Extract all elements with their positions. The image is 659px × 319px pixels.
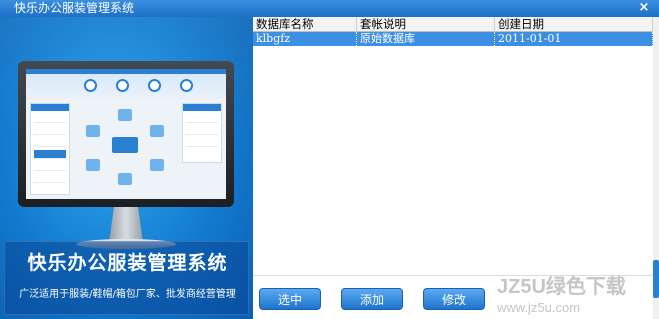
table-row[interactable]: klbgfz 原始数据库 2011-01-01 bbox=[253, 32, 653, 46]
watermark: JZ5U绿色下载 www.jz5u.com bbox=[497, 277, 647, 317]
window-titlebar: 快乐办公服装管理系统 × bbox=[0, 0, 659, 17]
column-header-description[interactable]: 套帐说明 bbox=[357, 17, 495, 32]
mini-icon bbox=[148, 79, 161, 92]
mini-icon bbox=[84, 79, 97, 92]
column-header-created[interactable]: 创建日期 bbox=[495, 17, 653, 32]
column-header-name[interactable]: 数据库名称 bbox=[253, 17, 357, 32]
promo-panel: 快乐办公服装管理系统 广泛适用于服装/鞋帽/箱包厂家、批发商经营管理 bbox=[0, 17, 253, 319]
cell-db-name: klbgfz bbox=[253, 32, 357, 46]
mini-center-node bbox=[112, 137, 138, 153]
monitor-screen bbox=[26, 69, 226, 199]
mini-sidebar bbox=[30, 103, 70, 195]
cell-description: 原始数据库 bbox=[357, 32, 495, 46]
brand-banner: 快乐办公服装管理系统 广泛适用于服装/鞋帽/箱包厂家、批发商经营管理 bbox=[4, 241, 249, 315]
vertical-scrollbar[interactable] bbox=[653, 17, 659, 319]
brand-subtitle: 广泛适用于服装/鞋帽/箱包厂家、批发商经营管理 bbox=[19, 289, 236, 300]
watermark-text: JZ5U绿色下载 bbox=[497, 276, 626, 298]
monitor-stand bbox=[109, 207, 143, 241]
monitor-bezel bbox=[18, 61, 234, 207]
mini-icon bbox=[180, 79, 193, 92]
mini-right-panel bbox=[182, 103, 222, 163]
select-button[interactable]: 选中 bbox=[259, 288, 321, 310]
mini-icon bbox=[116, 79, 129, 92]
scrollbar-thumb[interactable] bbox=[653, 260, 659, 298]
monitor-illustration bbox=[18, 61, 234, 251]
database-list-panel: 数据库名称 套帐说明 创建日期 klbgfz 原始数据库 2011-01-01 … bbox=[253, 17, 659, 319]
grid-header: 数据库名称 套帐说明 创建日期 bbox=[253, 17, 653, 32]
add-button[interactable]: 添加 bbox=[341, 288, 403, 310]
edit-button[interactable]: 修改 bbox=[423, 288, 485, 310]
watermark-url: www.jz5u.com bbox=[497, 300, 581, 315]
window-title: 快乐办公服装管理系统 bbox=[14, 1, 135, 15]
cell-created-date: 2011-01-01 bbox=[495, 32, 653, 46]
close-icon[interactable]: × bbox=[637, 0, 651, 17]
brand-title: 快乐办公服装管理系统 bbox=[27, 252, 228, 274]
